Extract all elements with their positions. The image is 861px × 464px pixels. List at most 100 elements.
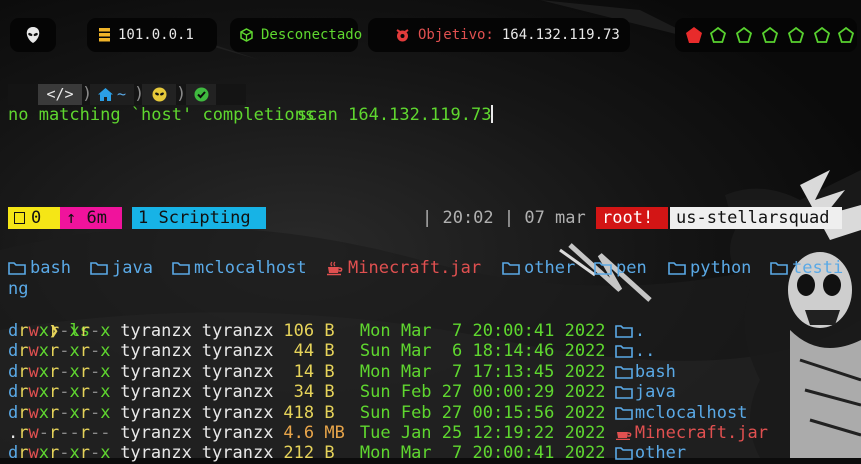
cursor xyxy=(491,104,494,123)
ls-size: 418 B xyxy=(283,402,345,423)
folder-icon xyxy=(594,262,612,276)
folder-icon xyxy=(615,365,633,379)
folder-icon xyxy=(615,345,633,359)
ls-date: Sun Feb 27 00:00:29 2022 xyxy=(359,382,606,403)
status-windows[interactable]: 0 xyxy=(8,207,60,229)
ls-permissions: drwxr-xr-x xyxy=(8,443,111,464)
ls-group: tyranzx xyxy=(201,402,274,423)
prompt-segment-alien xyxy=(142,84,176,105)
status-session[interactable]: 1 Scripting xyxy=(132,207,266,229)
status-clock: | 20:02 | 07 mar xyxy=(416,207,596,229)
dir-item[interactable]: python xyxy=(668,258,751,279)
ls-row[interactable]: drwxr-xr-x tyranzx tyranzx 44 B Sun Mar 6 … xyxy=(8,341,861,361)
ls-group: tyranzx xyxy=(201,382,274,403)
ls-row[interactable]: drwxr-xr-x tyranzx tyranzx 212 B Mon Mar 7 … xyxy=(8,443,861,463)
dir-name: pen xyxy=(616,258,647,278)
home-icon xyxy=(97,88,113,101)
window-icon xyxy=(14,212,25,224)
ls-date: Mon Mar 7 17:13:45 2022 xyxy=(359,361,606,382)
ls-user: tyranzx xyxy=(120,341,192,362)
ls-row[interactable]: drwxr-xr-x tyranzx tyranzx 418 B Sun Feb 27… xyxy=(8,403,861,423)
ls-date: Mon Mar 7 20:00:41 2022 xyxy=(359,321,606,341)
ls-date: Sun Mar 6 18:14:46 2022 xyxy=(359,341,606,362)
dir-item[interactable]: mclocalhost xyxy=(172,258,307,279)
ls-name[interactable]: .. xyxy=(615,341,655,362)
ls-date: Sun Feb 27 00:15:56 2022 xyxy=(359,402,606,423)
ls-row[interactable]: drwxr-xr-x tyranzx tyranzx 34 B Sun Feb 27… xyxy=(8,382,861,402)
folder-icon xyxy=(615,325,633,338)
dir-name: bash xyxy=(30,258,71,278)
ls-size: 106 B xyxy=(283,321,345,341)
prompt-separator: ) xyxy=(82,84,93,104)
dir-item[interactable]: Minecraft.jar xyxy=(326,258,481,279)
ls-group: tyranzx xyxy=(201,423,274,443)
prompt-segment-status xyxy=(186,84,216,105)
dir-item[interactable]: bash xyxy=(8,258,71,279)
clock: | 20:02 | 07 mar xyxy=(422,207,586,228)
ls-permissions: .rw-r--r-- xyxy=(8,423,111,443)
status-user: root! xyxy=(596,207,668,229)
ls-permissions: drwxr-xr-x xyxy=(8,321,111,341)
ls-user: tyranzx xyxy=(120,382,192,403)
ls-date: Tue Jan 25 12:19:22 2022 xyxy=(359,423,606,443)
ls-name[interactable]: java xyxy=(615,382,676,403)
code-icon: </> xyxy=(46,85,74,104)
ls-name[interactable]: mclocalhost xyxy=(615,403,747,424)
alien-face-icon xyxy=(152,87,166,102)
ls-permissions: drwxr-xr-x xyxy=(8,402,111,423)
ls-permissions: drwxr-xr-x xyxy=(8,361,111,382)
dir-name: Minecraft.jar xyxy=(348,258,482,278)
ls-user: tyranzx xyxy=(120,423,192,443)
dir-item[interactable]: pen xyxy=(594,258,647,279)
check-circle-icon xyxy=(194,87,208,102)
dir-item[interactable]: testi xyxy=(770,258,843,279)
completion-output: no matching `host' completions xyxy=(8,105,316,125)
ls-name[interactable]: Minecraft.jar xyxy=(615,423,768,444)
dir-item[interactable]: other xyxy=(502,258,575,279)
ls-group: tyranzx xyxy=(201,443,274,464)
command-arg: 164.132.119.73 xyxy=(348,104,492,125)
folder-icon xyxy=(90,262,108,276)
ls-size: 212 B xyxy=(283,443,345,464)
folder-icon xyxy=(770,262,788,276)
folder-icon xyxy=(502,262,520,276)
ls-group: tyranzx xyxy=(201,361,274,382)
ls-row[interactable]: drwxr-xr-x tyranzx tyranzx 14 B Mon Mar 7 … xyxy=(8,362,861,382)
dir-name: other xyxy=(524,258,576,278)
status-host: us-stellarsquad xyxy=(670,207,842,229)
ls-user: tyranzx xyxy=(120,402,192,423)
status-uptime: ↑ 6m xyxy=(60,207,122,229)
tmux-status-bar: 0 ↑ 6m 1 Scripting | 20:02 | 07 mar root… xyxy=(0,207,861,229)
prompt-segment-code: </> xyxy=(38,84,82,105)
ls-permissions: drwxr-xr-x xyxy=(8,341,111,362)
dir-name: testi xyxy=(792,258,844,278)
host-name: us-stellarsquad xyxy=(676,207,830,228)
dir-name: mclocalhost xyxy=(194,258,307,278)
session-name: 1 Scripting xyxy=(138,207,251,228)
prompt-segment-home: ~ xyxy=(90,84,134,105)
ls-user: tyranzx xyxy=(120,361,192,382)
terminal[interactable]: </> ) ~ ) ) scan 164.132.119.73 no match… xyxy=(0,0,861,463)
dir-name: java xyxy=(112,258,153,278)
folder-icon xyxy=(668,262,686,276)
ls-size: 44 B xyxy=(283,341,345,362)
ls-name[interactable]: . xyxy=(615,321,645,342)
java-cup-icon xyxy=(327,261,343,275)
ls-size: 34 B xyxy=(283,382,345,403)
ls-date: Mon Mar 7 20:00:41 2022 xyxy=(359,443,606,464)
ls-size: 14 B xyxy=(283,361,345,382)
dir-name: python xyxy=(690,258,752,278)
ls-group: tyranzx xyxy=(201,341,274,362)
ls-user: tyranzx xyxy=(120,321,192,341)
ls-row[interactable]: .rw-r--r-- tyranzx tyranzx 4.6 MB Tue Jan 25… xyxy=(8,423,861,443)
ls-size: 4.6 MB xyxy=(283,423,345,443)
ls-name[interactable]: other xyxy=(615,443,686,464)
ls-row[interactable]: drwxr-xr-x tyranzx tyranzx 106 B Mon Mar 7 … xyxy=(8,321,861,341)
uptime: ↑ 6m xyxy=(66,207,107,228)
folder-icon xyxy=(615,406,633,420)
window-count: 0 xyxy=(31,207,42,228)
folder-icon xyxy=(8,262,26,276)
home-tilde: ~ xyxy=(116,85,127,104)
dir-item[interactable]: java xyxy=(90,258,153,279)
ls-name[interactable]: bash xyxy=(615,362,676,383)
